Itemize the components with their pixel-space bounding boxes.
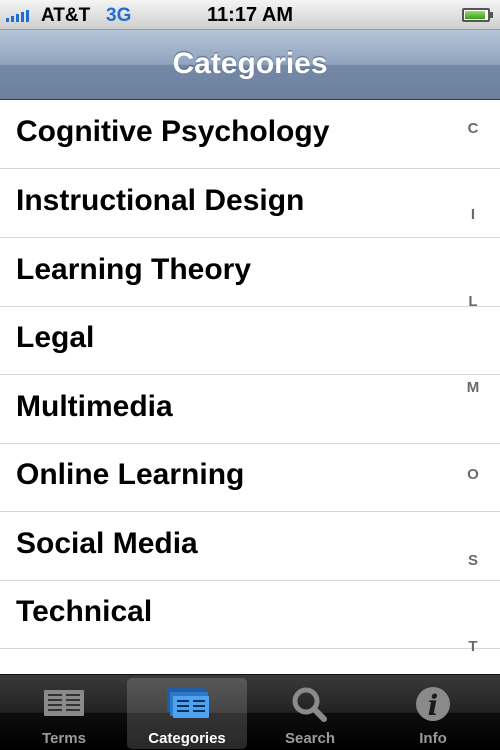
list-item-cognitive-psychology[interactable]: Cognitive Psychology xyxy=(0,100,500,169)
index-letter-s[interactable]: S xyxy=(455,552,491,569)
list-item-label: Learning Theory xyxy=(16,253,252,286)
navigation-bar: Categories xyxy=(0,30,500,100)
category-list[interactable]: Cognitive Psychology Instructional Desig… xyxy=(0,100,500,674)
terms-icon xyxy=(44,690,84,716)
list-item-technical[interactable]: Technical xyxy=(0,580,500,649)
list-item-social-media[interactable]: Social Media xyxy=(0,512,500,581)
list-item-partial xyxy=(0,649,500,674)
list-item-instructional-design[interactable]: Instructional Design xyxy=(0,169,500,238)
list-item-label: Social Media xyxy=(16,527,198,560)
info-icon: i xyxy=(416,687,450,722)
index-letter-t[interactable]: T xyxy=(455,638,491,655)
tab-terms[interactable]: Terms xyxy=(4,678,124,749)
index-letter-l[interactable]: L xyxy=(455,293,491,310)
tab-label: Terms xyxy=(42,730,86,747)
tab-bar: Terms Categories Search i Info xyxy=(0,674,500,750)
index-letter-m[interactable]: M xyxy=(455,379,491,396)
tab-info[interactable]: i Info xyxy=(373,678,493,749)
index-letter-c[interactable]: C xyxy=(455,120,491,137)
list-item-legal[interactable]: Legal xyxy=(0,306,500,375)
tab-label: Categories xyxy=(148,730,226,747)
section-index[interactable]: C I L M O S T xyxy=(455,100,491,674)
svg-text:i: i xyxy=(428,689,439,722)
battery-icon xyxy=(462,8,493,22)
list-item-label: Legal xyxy=(16,321,95,354)
list-item-online-learning[interactable]: Online Learning xyxy=(0,443,500,512)
list-item-label: Technical xyxy=(16,595,153,628)
list-item-label: Instructional Design xyxy=(16,184,305,217)
status-bar: AT&T 3G 11:17 AM xyxy=(0,0,500,30)
tab-label: Info xyxy=(419,730,447,747)
categories-icon xyxy=(167,688,209,718)
page-title: Categories xyxy=(172,47,328,80)
index-letter-i[interactable]: I xyxy=(455,206,491,223)
search-icon xyxy=(292,687,327,722)
tab-categories[interactable]: Categories xyxy=(127,678,247,749)
list-item-label: Multimedia xyxy=(16,390,173,423)
list-item-multimedia[interactable]: Multimedia xyxy=(0,375,500,444)
tab-label: Search xyxy=(284,730,336,747)
status-time: 11:17 AM xyxy=(207,4,293,26)
list-item-learning-theory[interactable]: Learning Theory xyxy=(0,238,500,307)
index-letter-o[interactable]: O xyxy=(455,466,491,483)
list-item-label: Cognitive Psychology xyxy=(16,115,330,148)
tab-search[interactable]: Search xyxy=(250,678,370,749)
list-item-label: Online Learning xyxy=(16,458,245,491)
